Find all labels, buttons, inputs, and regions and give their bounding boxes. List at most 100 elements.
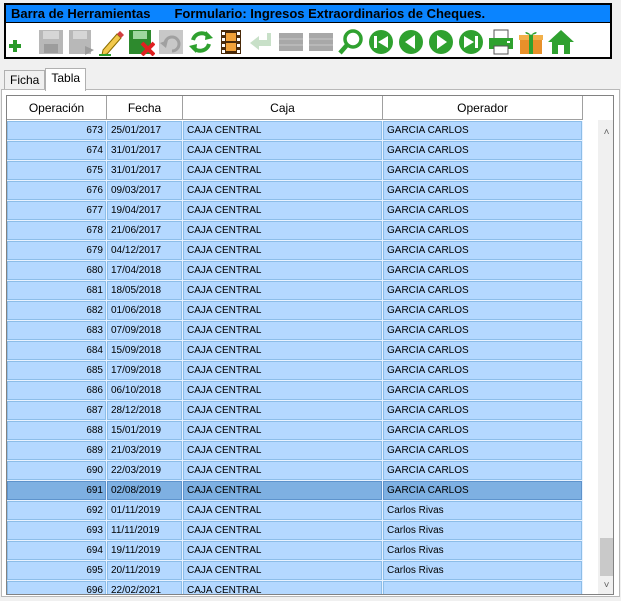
delete-button[interactable] <box>126 27 155 57</box>
gift-button[interactable] <box>516 27 545 57</box>
previous-record-button[interactable] <box>396 27 425 57</box>
cell-caja[interactable]: CAJA CENTRAL <box>183 261 383 281</box>
refresh-button[interactable] <box>186 27 215 57</box>
column-header-fecha[interactable]: Fecha <box>107 96 183 120</box>
cell-operador[interactable]: GARCIA CARLOS <box>383 281 583 301</box>
cell-fecha[interactable]: 21/03/2019 <box>107 441 183 461</box>
save-button[interactable] <box>36 27 65 57</box>
cell-fecha[interactable]: 11/11/2019 <box>107 521 183 541</box>
table-row[interactable]: 689 21/03/2019 CAJA CENTRAL GARCIA CARLOS <box>7 441 583 461</box>
cell-fecha[interactable]: 22/02/2021 <box>107 581 183 594</box>
undo-button[interactable] <box>156 27 185 57</box>
table-row[interactable]: 675 31/01/2017 CAJA CENTRAL GARCIA CARLOS <box>7 161 583 181</box>
next-record-button[interactable] <box>426 27 455 57</box>
first-record-button[interactable] <box>366 27 395 57</box>
cell-operacion[interactable]: 694 <box>7 541 107 561</box>
cell-operador[interactable]: GARCIA CARLOS <box>383 441 583 461</box>
cell-caja[interactable]: CAJA CENTRAL <box>183 401 383 421</box>
cell-operacion[interactable]: 676 <box>7 181 107 201</box>
cell-operacion[interactable]: 679 <box>7 241 107 261</box>
cell-operacion[interactable]: 678 <box>7 221 107 241</box>
cell-operador[interactable]: GARCIA CARLOS <box>383 201 583 221</box>
grid-button-1[interactable] <box>276 27 305 57</box>
cell-fecha[interactable]: 31/01/2017 <box>107 161 183 181</box>
cell-fecha[interactable]: 25/01/2017 <box>107 121 183 141</box>
cell-operacion[interactable]: 695 <box>7 561 107 581</box>
table-row[interactable]: 679 04/12/2017 CAJA CENTRAL GARCIA CARLOS <box>7 241 583 261</box>
cell-operacion[interactable]: 693 <box>7 521 107 541</box>
cell-fecha[interactable]: 17/09/2018 <box>107 361 183 381</box>
cell-operacion[interactable]: 673 <box>7 121 107 141</box>
cell-operacion[interactable]: 690 <box>7 461 107 481</box>
add-button[interactable] <box>6 27 35 57</box>
cell-caja[interactable]: CAJA CENTRAL <box>183 321 383 341</box>
table-row[interactable]: 676 09/03/2017 CAJA CENTRAL GARCIA CARLOS <box>7 181 583 201</box>
cell-caja[interactable]: CAJA CENTRAL <box>183 181 383 201</box>
cell-fecha[interactable]: 19/04/2017 <box>107 201 183 221</box>
last-record-button[interactable] <box>456 27 485 57</box>
column-header-caja[interactable]: Caja <box>183 96 383 120</box>
table-row[interactable]: 692 01/11/2019 CAJA CENTRAL Carlos Rivas <box>7 501 583 521</box>
table-row[interactable]: 695 20/11/2019 CAJA CENTRAL Carlos Rivas <box>7 561 583 581</box>
table-row[interactable]: 684 15/09/2018 CAJA CENTRAL GARCIA CARLOS <box>7 341 583 361</box>
cell-caja[interactable]: CAJA CENTRAL <box>183 461 383 481</box>
cell-fecha[interactable]: 20/11/2019 <box>107 561 183 581</box>
table-row[interactable]: 688 15/01/2019 CAJA CENTRAL GARCIA CARLOS <box>7 421 583 441</box>
column-header-operador[interactable]: Operador <box>383 96 583 120</box>
cell-operador[interactable]: GARCIA CARLOS <box>383 301 583 321</box>
table-row[interactable]: 674 31/01/2017 CAJA CENTRAL GARCIA CARLOS <box>7 141 583 161</box>
cell-operacion[interactable]: 682 <box>7 301 107 321</box>
cell-caja[interactable]: CAJA CENTRAL <box>183 521 383 541</box>
table-row[interactable]: 680 17/04/2018 CAJA CENTRAL GARCIA CARLOS <box>7 261 583 281</box>
cell-fecha[interactable]: 15/01/2019 <box>107 421 183 441</box>
cell-operador[interactable]: GARCIA CARLOS <box>383 161 583 181</box>
table-row[interactable]: 691 02/08/2019 CAJA CENTRAL GARCIA CARLOS <box>7 481 583 501</box>
film-button[interactable] <box>216 27 245 57</box>
table-row[interactable]: 683 07/09/2018 CAJA CENTRAL GARCIA CARLOS <box>7 321 583 341</box>
cell-operador[interactable]: Carlos Rivas <box>383 501 583 521</box>
table-row[interactable]: 681 18/05/2018 CAJA CENTRAL GARCIA CARLOS <box>7 281 583 301</box>
table-row[interactable]: 673 25/01/2017 CAJA CENTRAL GARCIA CARLOS <box>7 121 583 141</box>
cell-operacion[interactable]: 692 <box>7 501 107 521</box>
cell-operador[interactable]: GARCIA CARLOS <box>383 341 583 361</box>
cell-operador[interactable]: GARCIA CARLOS <box>383 241 583 261</box>
table-row[interactable]: 682 01/06/2018 CAJA CENTRAL GARCIA CARLOS <box>7 301 583 321</box>
back-button[interactable] <box>246 27 275 57</box>
cell-caja[interactable]: CAJA CENTRAL <box>183 421 383 441</box>
table-row[interactable]: 685 17/09/2018 CAJA CENTRAL GARCIA CARLOS <box>7 361 583 381</box>
cell-caja[interactable]: CAJA CENTRAL <box>183 361 383 381</box>
cell-caja[interactable]: CAJA CENTRAL <box>183 141 383 161</box>
cell-operador[interactable]: GARCIA CARLOS <box>383 221 583 241</box>
cell-operacion[interactable]: 680 <box>7 261 107 281</box>
tab-tabla[interactable]: Tabla <box>45 68 87 91</box>
cell-caja[interactable]: CAJA CENTRAL <box>183 341 383 361</box>
cell-caja[interactable]: CAJA CENTRAL <box>183 161 383 181</box>
cell-caja[interactable]: CAJA CENTRAL <box>183 441 383 461</box>
table-row[interactable]: 693 11/11/2019 CAJA CENTRAL Carlos Rivas <box>7 521 583 541</box>
cell-fecha[interactable]: 07/09/2018 <box>107 321 183 341</box>
cell-caja[interactable]: CAJA CENTRAL <box>183 581 383 594</box>
cell-operacion[interactable]: 684 <box>7 341 107 361</box>
home-button[interactable] <box>546 27 575 57</box>
cell-fecha[interactable]: 22/03/2019 <box>107 461 183 481</box>
table-row[interactable]: 677 19/04/2017 CAJA CENTRAL GARCIA CARLOS <box>7 201 583 221</box>
cell-operador[interactable]: GARCIA CARLOS <box>383 141 583 161</box>
cell-fecha[interactable]: 18/05/2018 <box>107 281 183 301</box>
cell-fecha[interactable]: 19/11/2019 <box>107 541 183 561</box>
cell-fecha[interactable]: 31/01/2017 <box>107 141 183 161</box>
cell-operacion[interactable]: 696 <box>7 581 107 594</box>
cell-operador[interactable] <box>383 581 583 594</box>
edit-button[interactable] <box>96 27 125 57</box>
print-button[interactable] <box>486 27 515 57</box>
cell-operador[interactable]: GARCIA CARLOS <box>383 461 583 481</box>
cell-operador[interactable]: Carlos Rivas <box>383 561 583 581</box>
grid-button-2[interactable] <box>306 27 335 57</box>
cell-operacion[interactable]: 677 <box>7 201 107 221</box>
cell-caja[interactable]: CAJA CENTRAL <box>183 241 383 261</box>
cell-fecha[interactable]: 28/12/2018 <box>107 401 183 421</box>
column-header-operacion[interactable]: Operación <box>7 96 107 120</box>
cell-operador[interactable]: GARCIA CARLOS <box>383 261 583 281</box>
cell-fecha[interactable]: 15/09/2018 <box>107 341 183 361</box>
cell-caja[interactable]: CAJA CENTRAL <box>183 221 383 241</box>
cell-operacion[interactable]: 675 <box>7 161 107 181</box>
